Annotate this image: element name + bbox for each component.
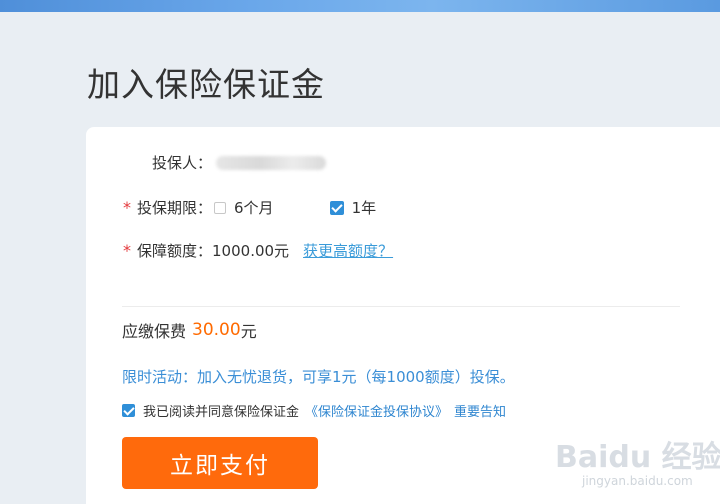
agreement-protocol-link[interactable]: 《保险保证金投保协议》: [305, 401, 448, 420]
page-title: 加入保险保证金: [87, 65, 325, 104]
watermark-logo: Baidu 经验: [555, 440, 720, 475]
period-option-6m[interactable]: 6个月: [214, 197, 274, 218]
required-mark: *: [123, 198, 131, 217]
important-notice-link[interactable]: 重要告知: [454, 401, 506, 420]
checkbox-6m[interactable]: [214, 201, 227, 214]
fee-unit: 元: [240, 322, 257, 341]
period-option-1y-label: 1年: [351, 199, 377, 217]
period-label: 投保期限：: [137, 199, 213, 217]
insured-label: 投保人：: [152, 154, 213, 172]
amount-label: 保障额度：: [137, 242, 213, 260]
period-option-1y[interactable]: 1年: [329, 197, 377, 218]
checkbox-1y[interactable]: [329, 200, 344, 215]
period-row: * 投保期限： 6个月 1年: [123, 197, 376, 218]
required-mark: *: [123, 241, 131, 260]
period-option-6m-label: 6个月: [234, 199, 274, 217]
fee-label: 应缴保费: [122, 322, 187, 341]
top-banner: [0, 0, 720, 12]
agreement-text: 我已阅读并同意保险保证金: [143, 405, 300, 420]
promo-text: 限时活动：加入无忧退货，可享1元（每1000额度）投保。: [122, 368, 515, 386]
higher-amount-link[interactable]: 获更高额度？: [303, 240, 393, 261]
insured-name-redacted: [216, 155, 327, 170]
divider: [122, 306, 680, 307]
amount-value: 1000.00元: [212, 242, 290, 260]
amount-row: * 保障额度： 1000.00元 获更高额度？: [123, 240, 393, 261]
agreement-row: 我已阅读并同意保险保证金 《保险保证金投保协议》 重要告知: [122, 401, 506, 420]
watermark-url: jingyan.baidu.com: [582, 474, 693, 488]
pay-now-button[interactable]: 立即支付: [122, 437, 318, 489]
insured-row: 投保人：: [152, 152, 327, 173]
fee-row: 应缴保费 30.00 元: [122, 318, 257, 342]
fee-amount: 30.00: [192, 320, 241, 340]
agreement-checkbox[interactable]: [122, 404, 135, 417]
